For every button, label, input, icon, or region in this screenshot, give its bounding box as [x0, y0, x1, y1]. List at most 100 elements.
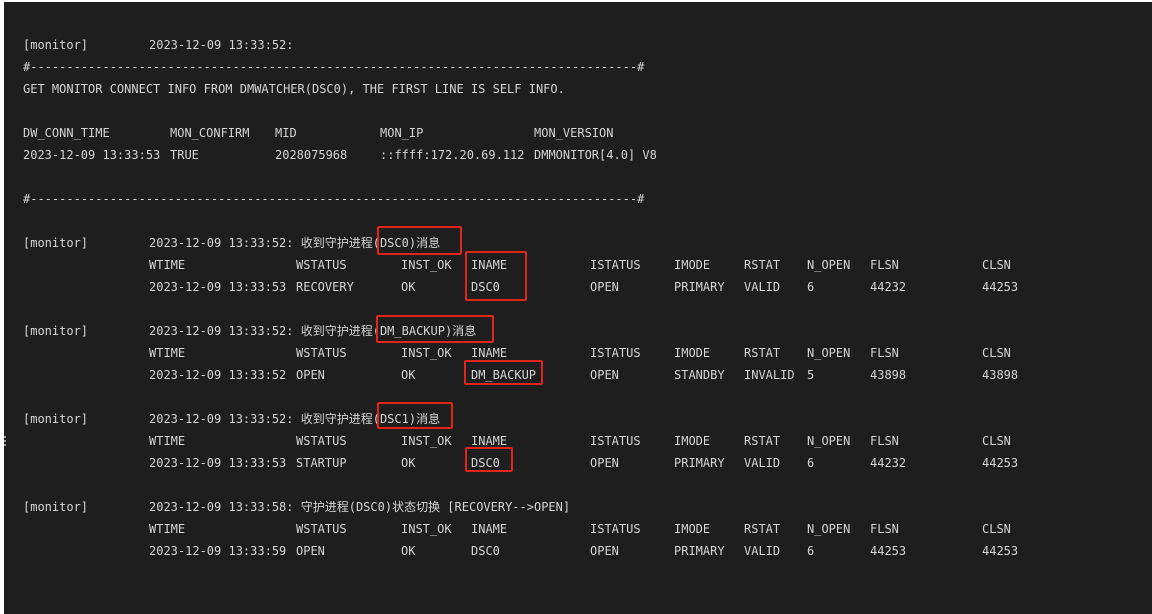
status-cell: INVALID: [744, 368, 795, 382]
status-cell: 6: [807, 280, 815, 294]
log-message: 2023-12-09 13:33:58: 守护进程(DSC0)状态切换 [REC…: [149, 500, 571, 514]
status-header-cell: ISTATUS: [590, 434, 641, 448]
status-header-cell: RSTAT: [744, 522, 781, 536]
conn-header-cell: MON_VERSION: [534, 126, 614, 140]
info-line: GET MONITOR CONNECT INFO FROM DMWATCHER(…: [23, 82, 565, 96]
status-cell: STANDBY: [674, 368, 725, 382]
status-cell: OK: [401, 368, 416, 382]
conn-header-cell: MON_IP: [380, 126, 424, 140]
log-tag: [monitor]: [23, 38, 89, 52]
conn-cell: TRUE: [170, 148, 199, 162]
log-tag: [monitor]: [23, 324, 89, 338]
status-header-cell: RSTAT: [744, 434, 781, 448]
status-cell: DSC0: [471, 280, 500, 294]
status-header-cell: WSTATUS: [296, 258, 347, 272]
status-cell: 43898: [982, 368, 1019, 382]
status-header-cell: IMODE: [674, 434, 711, 448]
status-cell: OK: [401, 280, 416, 294]
status-cell: OPEN: [590, 544, 619, 558]
status-cell: 2023-12-09 13:33:52: [149, 368, 287, 382]
status-header-cell: FLSN: [870, 258, 899, 272]
log-tag: [monitor]: [23, 236, 89, 250]
status-cell: VALID: [744, 456, 781, 470]
status-cell: 44232: [870, 280, 907, 294]
log-message: 2023-12-09 13:33:52: 收到守护进程(DM_BACKUP)消息: [149, 324, 477, 338]
status-cell: DM_BACKUP: [471, 368, 537, 382]
conn-cell: 2028075968: [275, 148, 348, 162]
status-header-cell: INAME: [471, 258, 508, 272]
log-timestamp: 2023-12-09 13:33:52:: [149, 38, 294, 52]
status-cell: 44253: [870, 544, 907, 558]
status-header-cell: WTIME: [149, 522, 186, 536]
status-cell: 6: [807, 544, 815, 558]
status-cell: 2023-12-09 13:33:59: [149, 544, 287, 558]
status-cell: 2023-12-09 13:33:53: [149, 456, 287, 470]
conn-header-cell: DW_CONN_TIME: [23, 126, 110, 140]
status-header-cell: INST_OK: [401, 434, 452, 448]
status-header-cell: IMODE: [674, 522, 711, 536]
status-header-cell: ISTATUS: [590, 258, 641, 272]
log-tag: [monitor]: [23, 412, 89, 426]
status-cell: OK: [401, 456, 416, 470]
status-header-cell: INAME: [471, 346, 508, 360]
status-header-cell: WSTATUS: [296, 522, 347, 536]
status-header-cell: FLSN: [870, 522, 899, 536]
status-header-cell: INAME: [471, 434, 508, 448]
status-cell: 44253: [982, 280, 1019, 294]
conn-cell: ::ffff:172.20.69.112: [380, 148, 525, 162]
status-header-cell: ISTATUS: [590, 522, 641, 536]
status-cell: OPEN: [296, 368, 325, 382]
conn-header-cell: MON_CONFIRM: [170, 126, 250, 140]
resize-handle[interactable]: [4, 436, 6, 450]
status-cell: OPEN: [590, 456, 619, 470]
status-header-cell: FLSN: [870, 434, 899, 448]
status-header-cell: INST_OK: [401, 346, 452, 360]
separator-line: #---------------------------------------…: [23, 60, 645, 74]
status-header-cell: CLSN: [982, 346, 1011, 360]
status-cell: OK: [401, 544, 416, 558]
status-header-cell: N_OPEN: [807, 434, 851, 448]
status-header-cell: N_OPEN: [807, 258, 851, 272]
log-tag: [monitor]: [23, 500, 89, 514]
status-cell: 43898: [870, 368, 907, 382]
status-header-cell: INST_OK: [401, 258, 452, 272]
status-header-cell: WTIME: [149, 434, 186, 448]
status-cell: 44232: [870, 456, 907, 470]
status-cell: 2023-12-09 13:33:53: [149, 280, 287, 294]
status-header-cell: INAME: [471, 522, 508, 536]
conn-header-cell: MID: [275, 126, 297, 140]
status-header-cell: INST_OK: [401, 522, 452, 536]
log-message: 2023-12-09 13:33:52: 收到守护进程(DSC0)消息: [149, 236, 441, 250]
status-cell: VALID: [744, 280, 781, 294]
status-cell: DSC0: [471, 456, 500, 470]
status-header-cell: RSTAT: [744, 258, 781, 272]
status-header-cell: ISTATUS: [590, 346, 641, 360]
status-cell: OPEN: [296, 544, 325, 558]
conn-cell: 2023-12-09 13:33:53: [23, 148, 161, 162]
status-header-cell: RSTAT: [744, 346, 781, 360]
terminal-output: [monitor] 2023-12-09 13:33:52: #--------…: [4, 2, 1152, 614]
status-cell: PRIMARY: [674, 280, 725, 294]
status-cell: PRIMARY: [674, 544, 725, 558]
log-message: 2023-12-09 13:33:52: 收到守护进程(DSC1)消息: [149, 412, 441, 426]
status-header-cell: FLSN: [870, 346, 899, 360]
status-header-cell: CLSN: [982, 522, 1011, 536]
status-cell: PRIMARY: [674, 456, 725, 470]
status-header-cell: N_OPEN: [807, 522, 851, 536]
conn-cell: DMMONITOR[4.0] V8: [534, 148, 657, 162]
status-cell: 6: [807, 456, 815, 470]
status-cell: 44253: [982, 456, 1019, 470]
status-header-cell: CLSN: [982, 258, 1011, 272]
status-header-cell: WSTATUS: [296, 434, 347, 448]
status-cell: 5: [807, 368, 815, 382]
status-cell: 44253: [982, 544, 1019, 558]
status-cell: STARTUP: [296, 456, 347, 470]
status-cell: OPEN: [590, 368, 619, 382]
status-header-cell: WTIME: [149, 346, 186, 360]
status-header-cell: WTIME: [149, 258, 186, 272]
status-cell: OPEN: [590, 280, 619, 294]
status-header-cell: IMODE: [674, 346, 711, 360]
separator-line: #---------------------------------------…: [23, 192, 645, 206]
status-cell: DSC0: [471, 544, 500, 558]
status-header-cell: N_OPEN: [807, 346, 851, 360]
